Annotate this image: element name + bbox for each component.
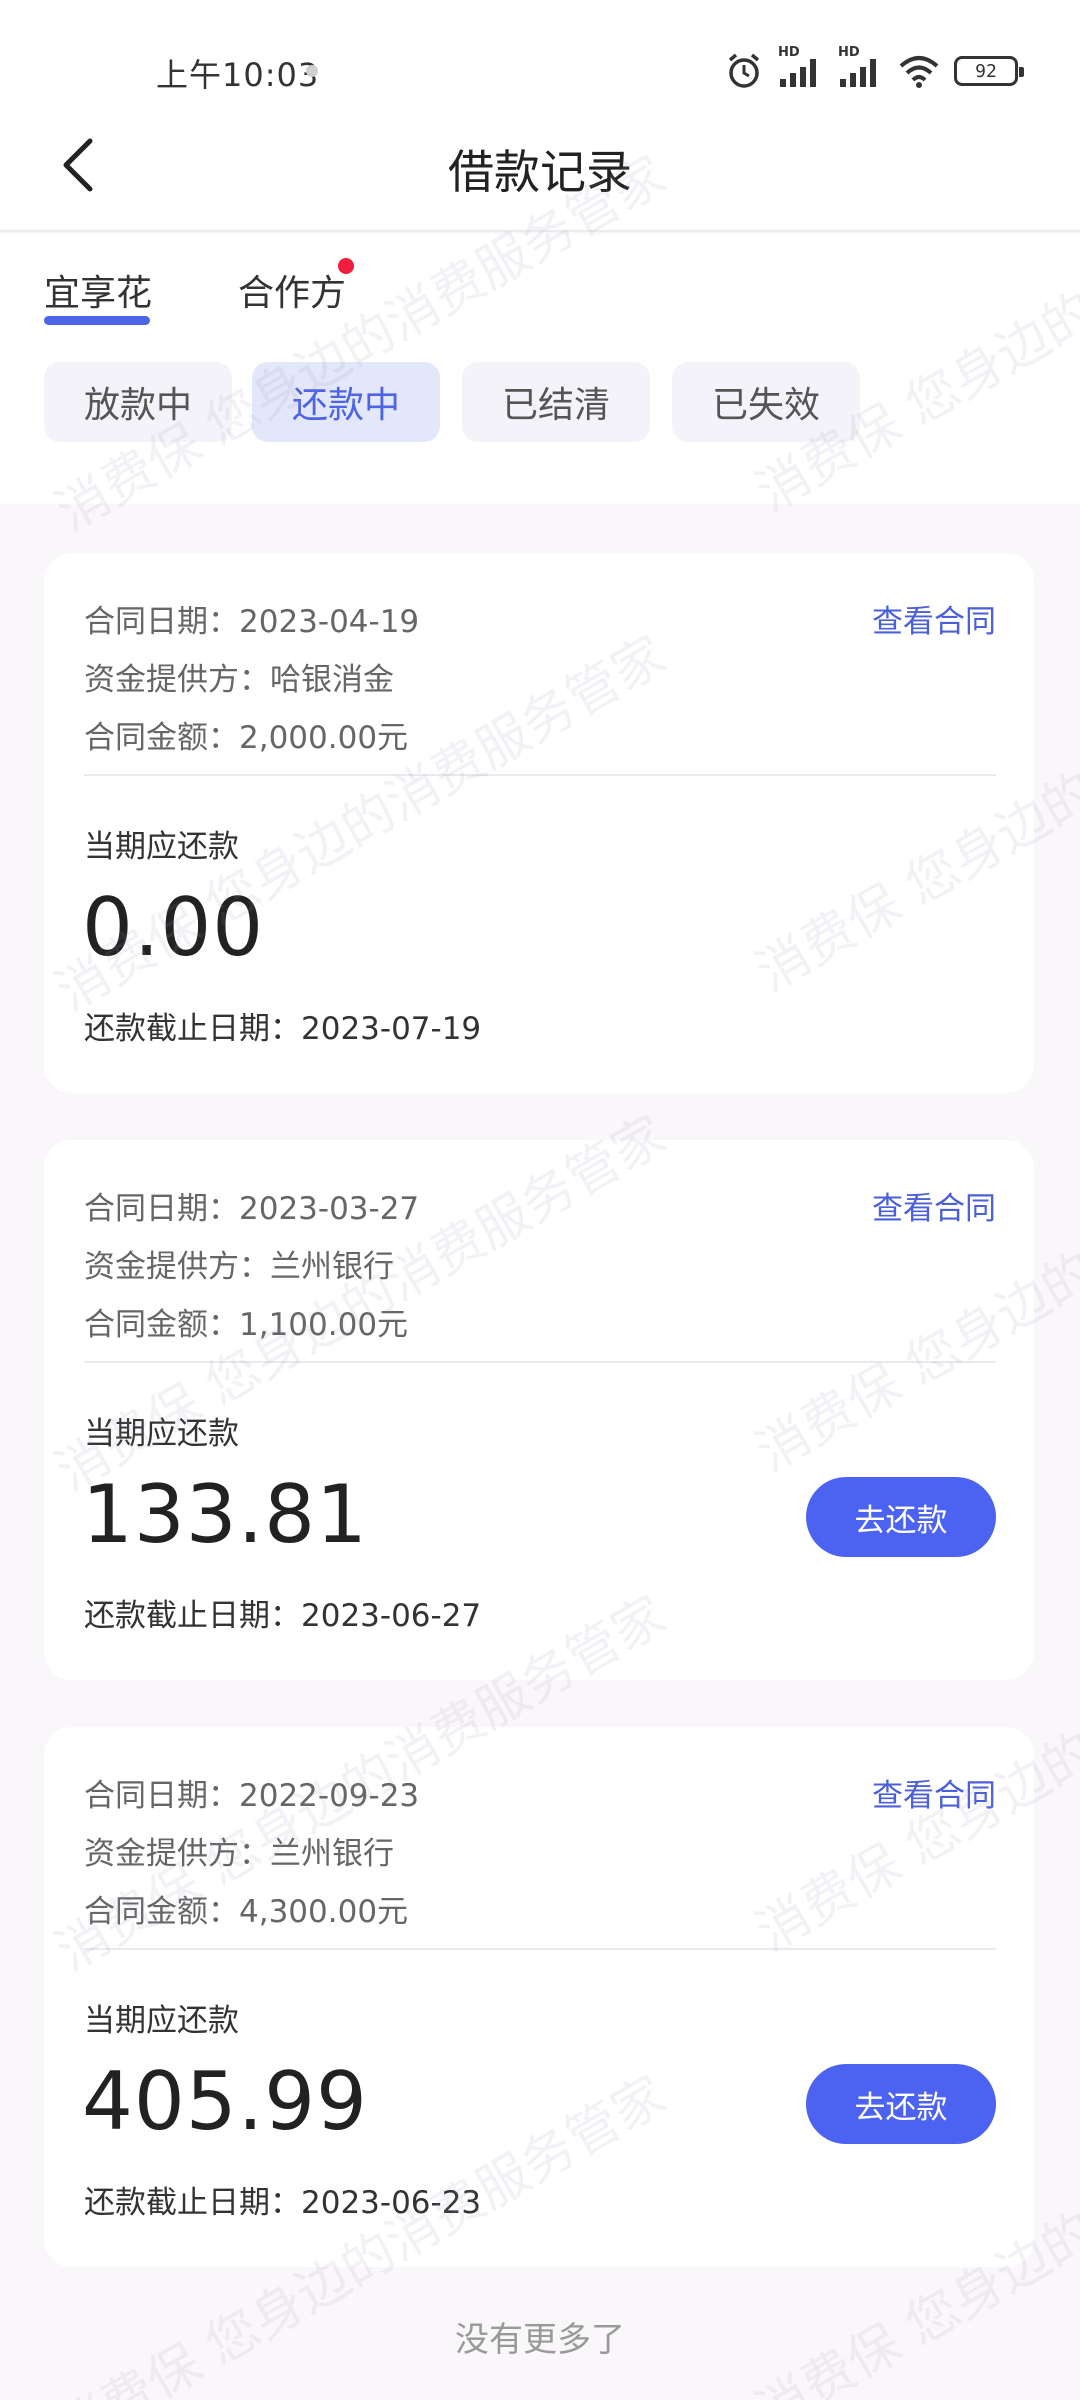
contract-date: 合同日期：2023-03-27 [84, 1191, 420, 1227]
view-contract-link[interactable]: 查看合同 [872, 1183, 996, 1228]
battery-icon: 92 [954, 56, 1024, 86]
contract-date: 合同日期：2023-04-19 [84, 604, 420, 640]
loan-card: 合同日期：2023-03-27 资金提供方：兰州银行 合同金额：1,100.00… [44, 1140, 1034, 1680]
repay-deadline: 还款截止日期：2023-06-23 [84, 2185, 482, 2221]
card-divider [84, 1361, 996, 1363]
filter-chip-expired[interactable]: 已失效 [672, 362, 860, 442]
view-contract-link[interactable]: 查看合同 [872, 1770, 996, 1815]
fund-provider: 资金提供方：哈银消金 [84, 662, 394, 698]
card-divider [84, 774, 996, 776]
tab-yixianghua[interactable]: 宜享花 [44, 264, 152, 316]
signal-hd-label: HD [778, 45, 800, 60]
status-time: 上午10:03 [156, 56, 320, 94]
due-label: 当期应还款 [84, 2003, 239, 2039]
unread-badge-icon [338, 258, 354, 274]
due-amount: 405.99 [82, 2055, 368, 2148]
filter-chip-repaying[interactable]: 还款中 [252, 362, 440, 442]
contract-amount: 合同金额：4,300.00元 [84, 1894, 409, 1930]
filter-chip-settled[interactable]: 已结清 [462, 362, 650, 442]
view-contract-link[interactable]: 查看合同 [872, 596, 996, 641]
repay-button[interactable]: 去还款 [806, 1477, 996, 1557]
tab-partner[interactable]: 合作方 [238, 264, 346, 316]
loan-card: 合同日期：2023-04-19 资金提供方：哈银消金 合同金额：2,000.00… [44, 553, 1034, 1093]
repay-deadline: 还款截止日期：2023-07-19 [84, 1011, 482, 1047]
fund-provider: 资金提供方：兰州银行 [84, 1249, 394, 1285]
due-amount: 0.00 [82, 881, 265, 974]
contract-date: 合同日期：2022-09-23 [84, 1778, 420, 1814]
loan-records-page: 上午10:03 HD HD 92 借款记录 宜享花 合作方 放款中 还款中 已结… [0, 0, 1080, 2400]
filter-section: 宜享花 合作方 放款中 还款中 已结清 已失效 [0, 234, 1080, 504]
no-more-text: 没有更多了 [455, 2320, 625, 2360]
fund-provider: 资金提供方：兰州银行 [84, 1836, 394, 1872]
contract-amount: 合同金额：1,100.00元 [84, 1307, 409, 1343]
wifi-icon [898, 54, 940, 88]
filter-chip-disbursing[interactable]: 放款中 [44, 362, 232, 442]
notification-dot-icon [306, 65, 318, 77]
due-label: 当期应还款 [84, 1416, 239, 1452]
navigation-bar: 借款记录 [0, 100, 1080, 232]
cellular-signal-icon-2: HD [838, 45, 884, 89]
loan-card: 合同日期：2022-09-23 资金提供方：兰州银行 合同金额：4,300.00… [44, 1727, 1034, 2267]
contract-amount: 合同金额：2,000.00元 [84, 720, 409, 756]
active-tab-indicator [44, 316, 150, 325]
repay-deadline: 还款截止日期：2023-06-27 [84, 1598, 482, 1634]
repay-button[interactable]: 去还款 [806, 2064, 996, 2144]
alarm-icon [724, 51, 764, 91]
due-label: 当期应还款 [84, 829, 239, 865]
page-title: 借款记录 [448, 145, 632, 199]
status-icons: HD HD 92 [724, 45, 1024, 92]
card-divider [84, 1948, 996, 1950]
due-amount: 133.81 [82, 1468, 368, 1561]
signal-hd-label-2: HD [838, 45, 860, 60]
cellular-signal-icon: HD [778, 45, 824, 89]
